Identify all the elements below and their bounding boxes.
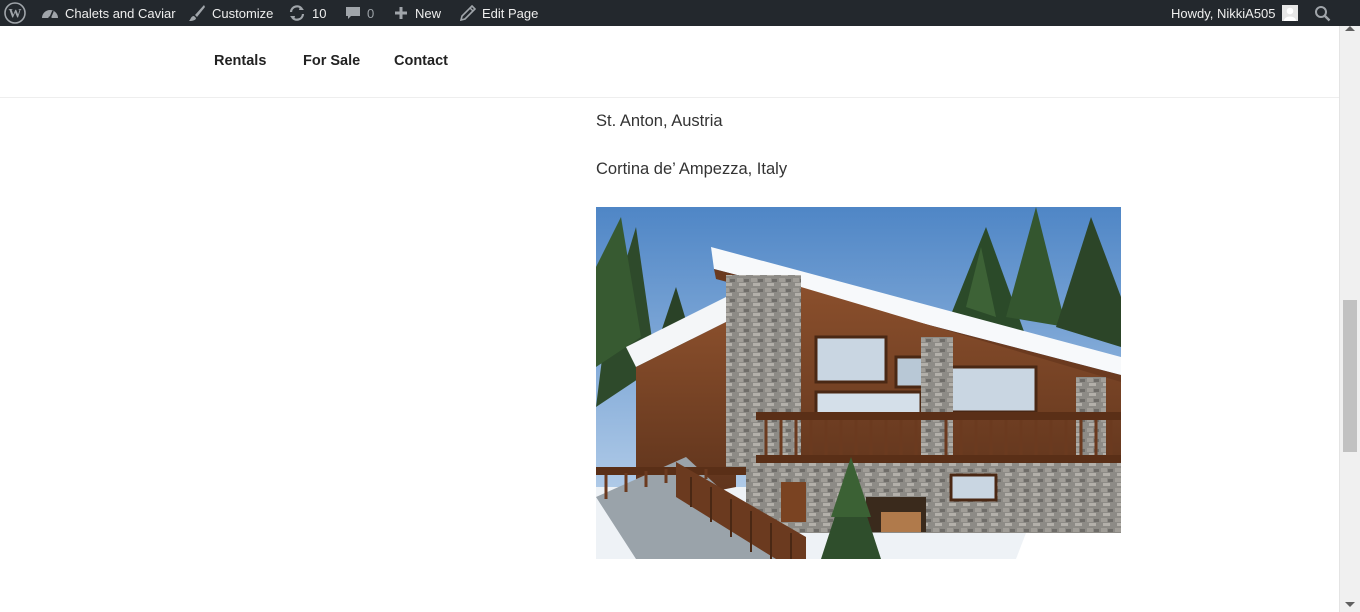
customize-button[interactable]: Customize [188,0,273,26]
comments-button[interactable]: 0 [345,0,374,26]
my-account-menu[interactable]: Howdy, NikkiA505 [1171,0,1298,26]
updates-button[interactable]: 10 [288,0,326,26]
edit-page-button[interactable]: Edit Page [460,0,538,26]
comments-icon [345,5,361,21]
dashboard-icon [41,5,59,21]
chalet-photo [596,207,1121,559]
scroll-up-arrow-icon[interactable] [1345,26,1355,31]
search-icon [1314,5,1331,22]
plus-icon [393,5,409,21]
howdy-label: Howdy, NikkiA505 [1171,5,1276,21]
svg-text:W: W [9,6,22,21]
nav-item-for-sale[interactable]: For Sale [303,53,360,69]
search-button[interactable] [1314,0,1331,26]
nav-item-rentals[interactable]: Rentals [214,53,266,69]
site-navigation: Rentals For Sale Contact [0,26,1339,98]
updates-icon [288,4,306,22]
site-name-label: Chalets and Caviar [65,5,176,21]
wordpress-logo-icon: W [4,2,26,24]
updates-count: 10 [312,5,327,21]
comments-count: 0 [367,5,375,21]
new-content-button[interactable]: New [393,0,441,26]
customize-label: Customize [212,5,274,21]
location-cortina: Cortina de’ Ampezza, Italy [596,160,788,178]
vertical-scrollbar[interactable] [1339,26,1360,612]
scroll-down-arrow-icon[interactable] [1345,602,1355,607]
scroll-thumb[interactable] [1343,300,1357,452]
avatar-icon [1281,5,1298,21]
site-name-menu[interactable]: Chalets and Caviar [41,0,176,26]
location-st-anton: St. Anton, Austria [596,112,723,130]
pencil-icon [460,5,476,21]
wordpress-menu[interactable]: W [4,0,26,26]
nav-item-contact[interactable]: Contact [394,53,448,69]
brush-icon [188,4,206,22]
admin-bar: W Chalets and Caviar Customize 10 0 New … [0,0,1360,26]
edit-page-label: Edit Page [482,5,539,21]
new-label: New [415,5,442,21]
